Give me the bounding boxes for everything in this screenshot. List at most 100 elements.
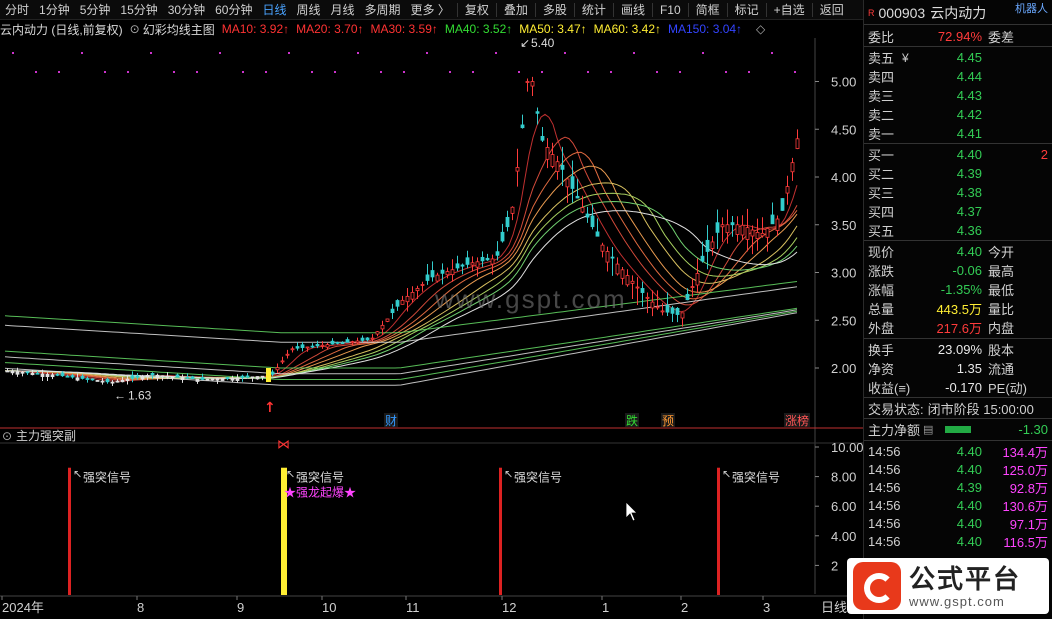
robot-button[interactable]: 机器人: [1015, 0, 1048, 16]
tool-button[interactable]: 标记: [730, 0, 764, 20]
period-tab[interactable]: 1分钟: [34, 0, 75, 20]
top-dot-marker: [219, 52, 221, 54]
candle-body: [635, 286, 640, 289]
price-axis-label: 4.00: [831, 170, 856, 185]
diamond-icon[interactable]: ◇: [756, 22, 765, 36]
stock-header: R 000903 云内动力 机器人: [868, 3, 1048, 22]
top-dot-marker: [771, 52, 773, 54]
candle-body: [150, 373, 155, 376]
net-flow-value: -1.30: [1018, 422, 1048, 437]
menu-icon[interactable]: ▤: [923, 423, 933, 436]
tool-button[interactable]: 多股: [538, 0, 572, 20]
candle-body: [700, 255, 705, 262]
tool-button[interactable]: F10: [655, 0, 686, 20]
top-dot-marker: [656, 71, 658, 73]
dropdown-icon[interactable]: ⊙: [130, 22, 140, 36]
candle-body: [390, 308, 395, 314]
tool-button[interactable]: 返回: [815, 0, 849, 20]
tool-button[interactable]: 画线: [616, 0, 650, 20]
period-tab[interactable]: 分时: [0, 0, 34, 20]
stat-label-2: 内盘: [988, 321, 1015, 336]
period-tab[interactable]: 15分钟: [115, 0, 162, 20]
indicator-name[interactable]: 幻彩均线主图: [143, 21, 215, 38]
candle-body: [30, 372, 35, 376]
time-axis-label: 8: [137, 600, 144, 615]
tick-volume: 134.4万: [1002, 445, 1048, 460]
toolbar-divider: [651, 2, 653, 17]
net-flow-bar: [945, 426, 972, 433]
net-flow-row: 主力净额 ▤ -1.30: [868, 420, 1048, 439]
buy-price: 4.36: [956, 223, 982, 238]
ma-legend-item: MA30: 3.59↑: [370, 22, 438, 36]
signal-bar: [499, 467, 502, 595]
sell-level-label: 卖三: [868, 89, 895, 104]
candle-body: [410, 291, 415, 300]
candle-body: [275, 367, 280, 371]
candle-body: [75, 377, 80, 381]
tick-price: 4.40: [956, 462, 982, 477]
candle-body: [515, 167, 520, 172]
candle-body: [250, 376, 255, 379]
signal-arrow-icon: ↖: [286, 468, 295, 481]
high-price-label: 5.40: [531, 38, 555, 50]
candle-body: [740, 224, 745, 236]
top-dot-marker: [311, 71, 313, 73]
period-tab[interactable]: 多周期: [360, 0, 406, 20]
tool-button[interactable]: 叠加: [499, 0, 533, 20]
candle-body: [600, 244, 605, 252]
candle-body: [735, 224, 740, 235]
chart-canvas[interactable]: 5.00 4.50 4.00 3.50 3.00 2.50 2.00 5.40↙ 1.63← ↑ w…: [0, 36, 864, 619]
candle-body: [415, 288, 420, 292]
period-tab[interactable]: 30分钟: [163, 0, 210, 20]
trade-status-label: 交易状态:: [868, 402, 924, 417]
stat-label: 外盘: [868, 321, 895, 336]
candle-body: [520, 124, 525, 129]
top-dot-marker: [472, 71, 474, 73]
period-tab[interactable]: 更多 〉: [406, 0, 455, 20]
toolbar-divider: [811, 2, 813, 17]
top-dot-marker: [403, 71, 405, 73]
tool-button[interactable]: 复权: [460, 0, 494, 20]
candle-body: [795, 138, 800, 149]
period-tab[interactable]: 日线: [257, 0, 291, 20]
period-tab[interactable]: 月线: [326, 0, 360, 20]
sell-price: 4.45: [956, 50, 982, 65]
period-tab[interactable]: 5分钟: [75, 0, 116, 20]
candle-body: [370, 337, 375, 340]
time-axis-period: 日线: [821, 600, 847, 615]
candle-body: [745, 227, 750, 240]
candle-body: [25, 371, 30, 374]
main-chart[interactable]: 5.00 4.50 4.00 3.50 3.00 2.50 2.00 5.40 ↙ 1.63 ← ↑ w…: [0, 36, 864, 619]
tool-button[interactable]: 统计: [577, 0, 611, 20]
period-tab[interactable]: 周线: [291, 0, 325, 20]
buy-row: 买三 4.38: [868, 183, 1048, 202]
stat-row: 外盘 217.6万 内盘: [868, 318, 1048, 337]
candle-body: [435, 274, 440, 282]
candle-body: [20, 371, 25, 374]
stat2-label-2: PE(动): [988, 381, 1028, 396]
top-dot-marker: [127, 71, 129, 73]
top-dot-marker: [426, 52, 428, 54]
candle-body: [100, 380, 105, 383]
candle-body: [220, 378, 225, 381]
candle-body: [165, 375, 170, 378]
candle-body: [695, 273, 700, 286]
top-dot-marker: [58, 71, 60, 73]
candle-body: [385, 318, 390, 322]
top-dot-marker: [679, 71, 681, 73]
tool-button[interactable]: 简框: [691, 0, 725, 20]
weicha-label: 委差: [988, 30, 1015, 45]
chart-title: 云内动力 (日线,前复权): [0, 22, 123, 37]
candle-body: [450, 269, 455, 276]
candle-body: [575, 195, 580, 199]
tool-button[interactable]: +自选: [769, 0, 810, 20]
signal-bar: [717, 467, 720, 595]
ma-band-line: [5, 200, 798, 379]
candle-body: [45, 374, 50, 377]
top-dot-marker: [334, 71, 336, 73]
signal-label: 强突信号: [732, 470, 780, 485]
candle-body: [145, 375, 150, 378]
candle-body: [680, 312, 685, 319]
period-tab[interactable]: 60分钟: [210, 0, 257, 20]
candle-body: [295, 346, 300, 349]
